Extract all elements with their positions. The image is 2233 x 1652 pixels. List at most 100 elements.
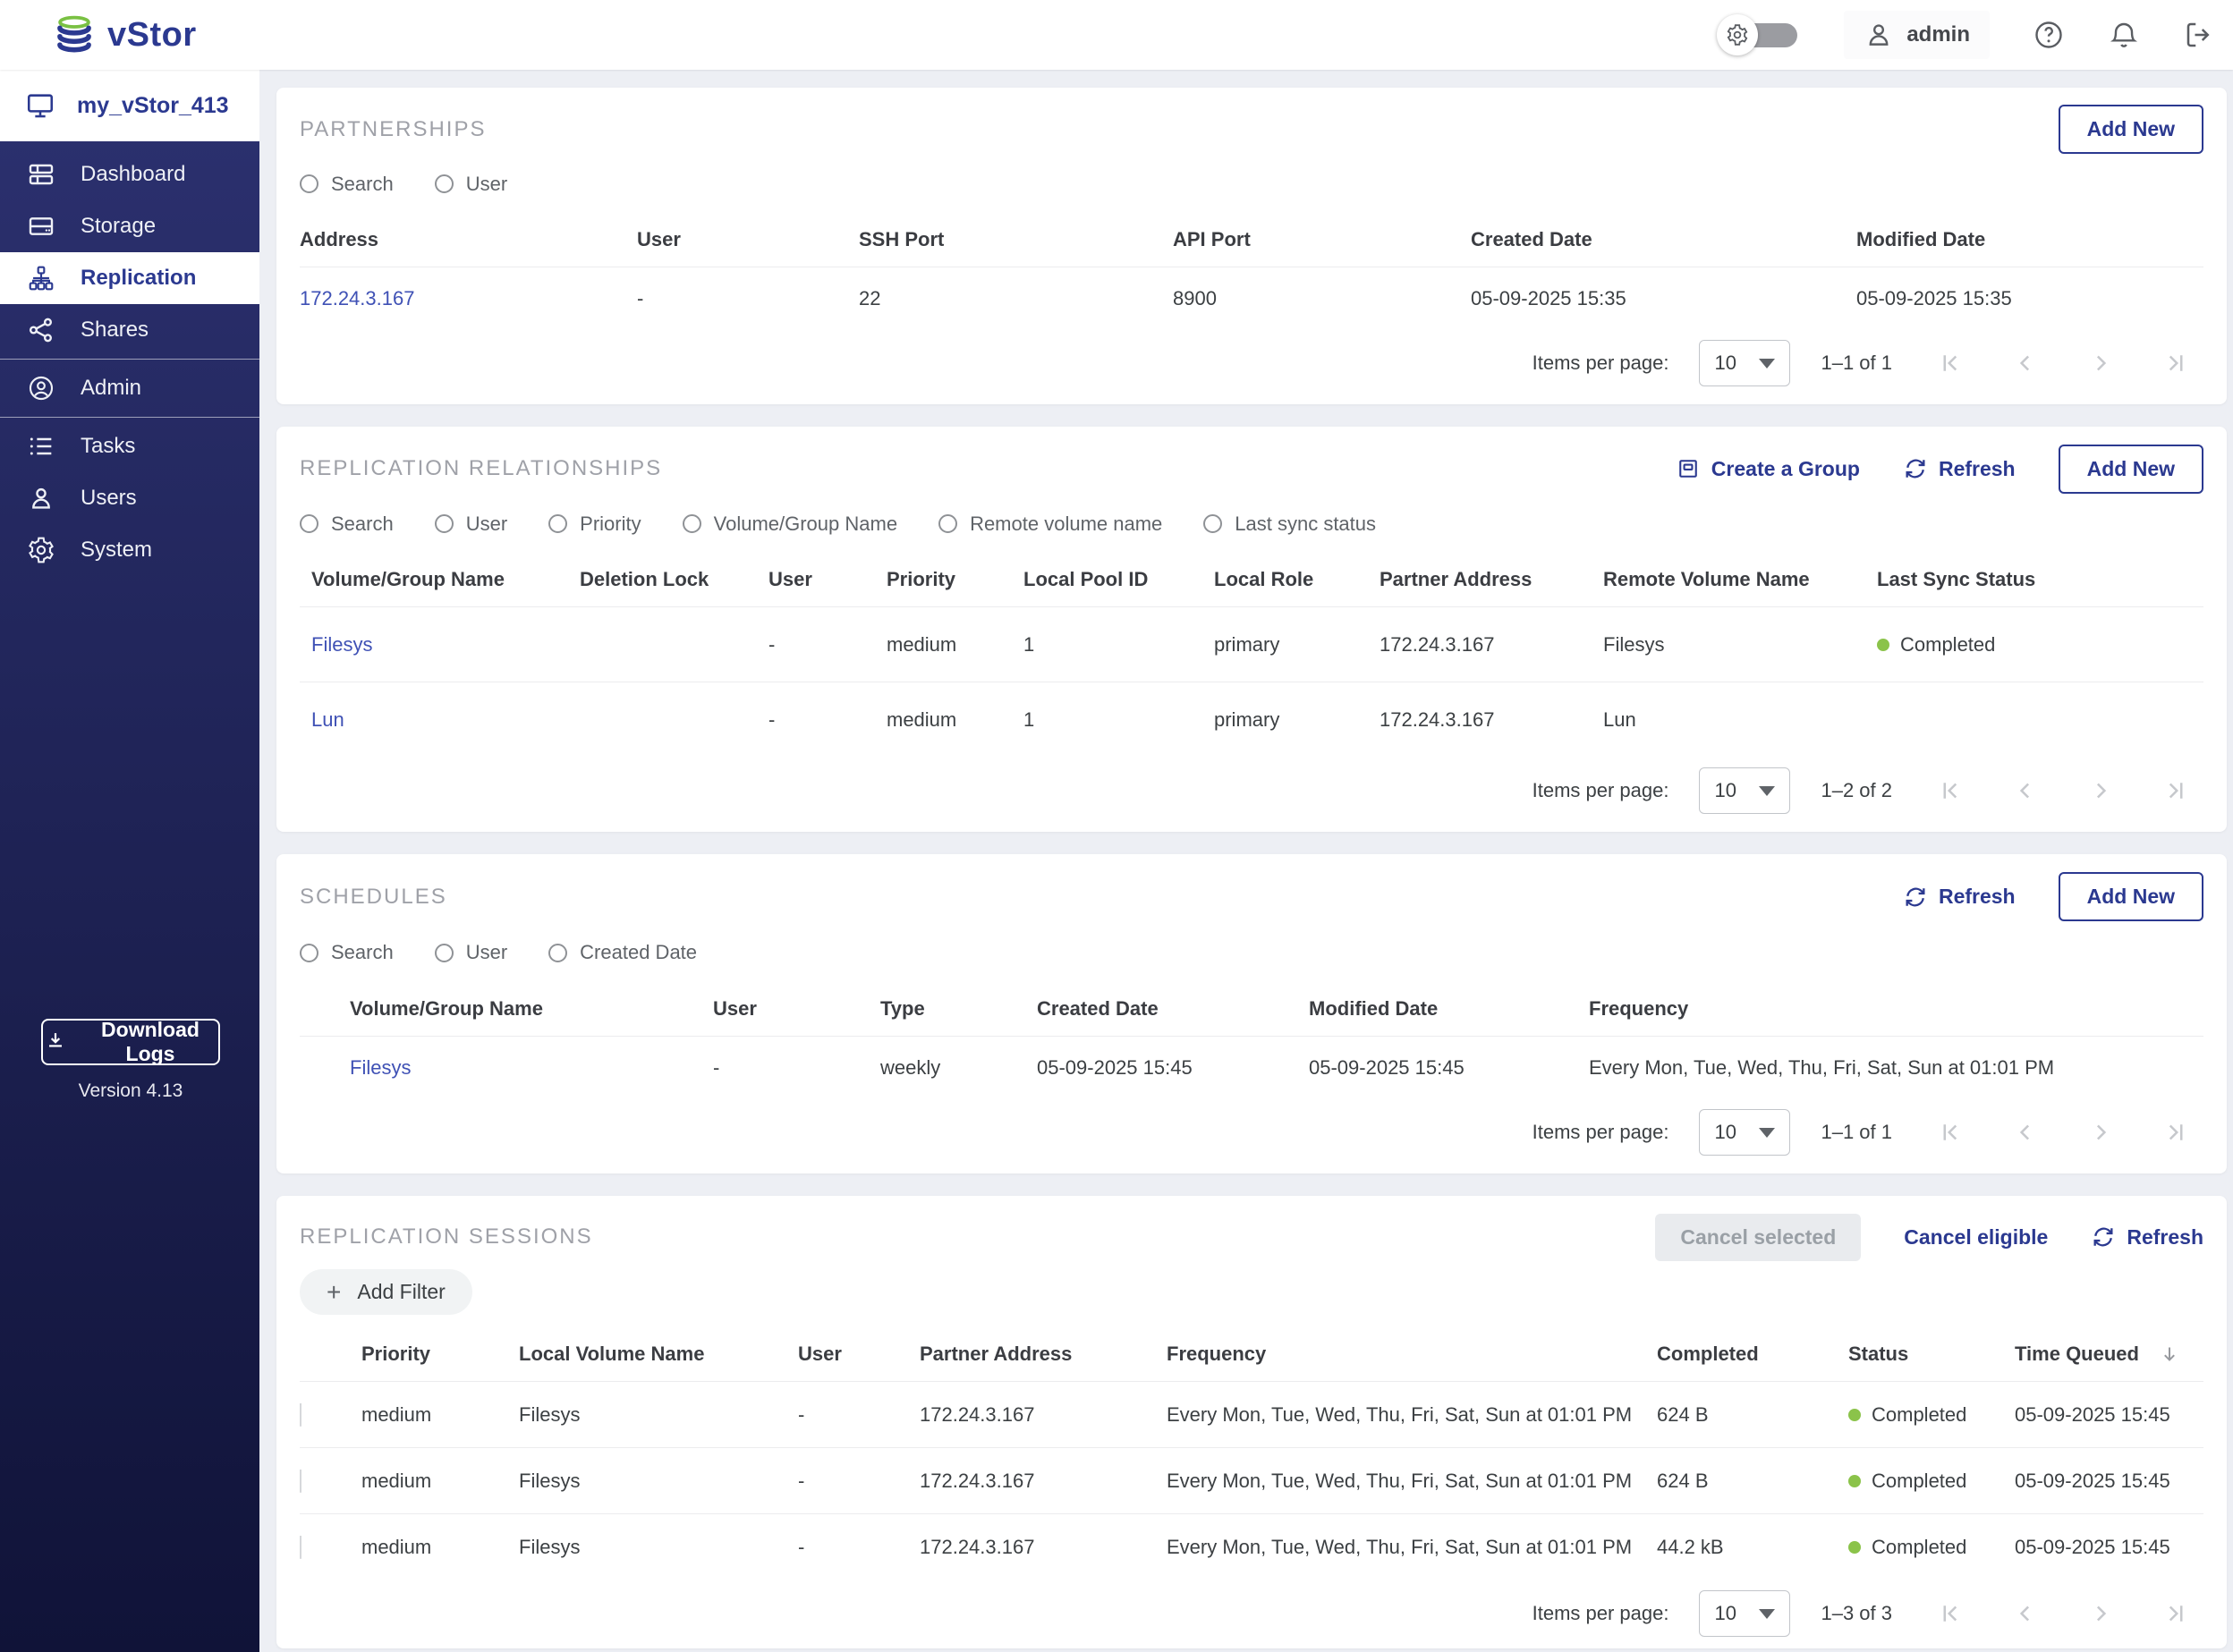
download-icon [43,1029,68,1055]
cell-priority: medium [361,1469,432,1492]
next-page-button[interactable] [2087,1119,2114,1146]
filter-radio-search[interactable]: Search [300,173,394,196]
theme-toggle[interactable] [1717,14,1801,55]
schedules-add-new-button[interactable]: Add New [2058,872,2203,922]
user-menu[interactable]: admin [1844,11,1990,59]
first-page-button[interactable] [1937,350,1964,377]
next-page-button[interactable] [2087,777,2114,804]
prev-page-button[interactable] [2012,1600,2039,1627]
sidebar-item-replication[interactable]: Replication [0,252,259,304]
radio-icon[interactable] [434,514,454,534]
filter-radio-last-sync-status[interactable]: Last sync status [1203,513,1376,536]
filter-radio-user[interactable]: User [434,173,507,196]
filter-radio-remote-volume-name[interactable]: Remote volume name [938,513,1162,536]
radio-icon[interactable] [938,514,958,534]
toggle-knob[interactable] [1717,14,1759,55]
partnerships-add-new-button[interactable]: Add New [2058,105,2203,155]
prev-page-button[interactable] [2012,777,2039,804]
sidebar-item-tasks[interactable]: Tasks [0,420,259,472]
col-type: Type [880,997,925,1020]
sidebar-item-system[interactable]: System [0,524,259,576]
table-row: Filesys - weekly 05-09-2025 15:45 05-09-… [300,1036,2203,1098]
volume-link[interactable]: Lun [311,708,580,732]
refresh-label: Refresh [1938,456,2016,480]
help-button[interactable] [2033,19,2065,51]
cell-time-queued: 05-09-2025 15:45 [2015,1402,2170,1426]
prev-page-button[interactable] [2012,350,2039,377]
volume-link[interactable]: Filesys [311,633,580,657]
caret-down-icon [1759,1608,1776,1619]
page-size-select[interactable]: 10 [1699,767,1791,814]
caret-down-icon [1759,358,1776,369]
schedule-volume-link[interactable]: Filesys [350,1056,713,1080]
create-group-label: Create a Group [1711,456,1860,480]
download-logs-button[interactable]: Download Logs [41,1018,220,1065]
refresh-icon [1903,885,1928,910]
filter-label: Created Date [580,941,698,964]
cell-user: - [768,707,776,731]
prev-page-button[interactable] [2012,1119,2039,1146]
first-page-button[interactable] [1937,777,1964,804]
radio-icon[interactable] [1203,514,1223,534]
relationships-refresh-button[interactable]: Refresh [1903,456,2016,481]
last-page-button[interactable] [2162,777,2189,804]
filter-radio-search[interactable]: Search [300,941,394,964]
filter-radio-search[interactable]: Search [300,513,394,536]
page-size-value: 10 [1714,1121,1736,1143]
row-checkbox[interactable] [300,1469,301,1493]
radio-icon[interactable] [548,943,568,962]
radio-icon[interactable] [434,943,454,962]
cancel-eligible-button[interactable]: Cancel eligible [1904,1225,2048,1250]
page-size-select[interactable]: 10 [1699,1590,1791,1637]
radio-icon[interactable] [548,514,568,534]
sidebar-item-admin[interactable]: Admin [0,362,259,414]
radio-icon[interactable] [300,514,318,534]
radio-icon[interactable] [300,943,318,962]
radio-icon[interactable] [434,174,454,194]
status-badge: Completed [1877,633,2203,657]
filter-radio-user[interactable]: User [434,513,507,536]
row-checkbox[interactable] [300,1402,301,1427]
next-page-button[interactable] [2087,350,2114,377]
sidebar-item-label: Shares [81,318,149,342]
sidebar-item-storage[interactable]: Storage [0,200,259,252]
notifications-bell-button[interactable] [2108,19,2140,51]
schedules-refresh-button[interactable]: Refresh [1903,885,2016,910]
first-page-button[interactable] [1937,1600,1964,1627]
sidebar-server[interactable]: my_vStor_413 [0,70,259,141]
last-page-button[interactable] [2162,1119,2189,1146]
topbar: vStor admin [0,0,2233,70]
filter-radio-volume-group-name[interactable]: Volume/Group Name [682,513,897,536]
last-page-button[interactable] [2162,1600,2189,1627]
cancel-selected-button[interactable]: Cancel selected [1655,1213,1862,1261]
last-page-button[interactable] [2162,350,2189,377]
col-partner-address: Partner Address [1380,568,1533,590]
relationships-add-new-button[interactable]: Add New [2058,444,2203,494]
sessions-refresh-button[interactable]: Refresh [2091,1224,2203,1250]
next-page-button[interactable] [2087,1600,2114,1627]
add-filter-chip[interactable]: + Add Filter [300,1269,472,1315]
filter-radio-created-date[interactable]: Created Date [548,941,697,964]
col-time-queued-sort[interactable]: Time Queued [2015,1343,2203,1366]
filter-radio-user[interactable]: User [434,941,508,964]
sidebar-item-shares[interactable]: Shares [0,304,259,356]
filter-radio-priority[interactable]: Priority [548,513,641,536]
sessions-title: REPLICATION SESSIONS [300,1224,593,1249]
page-size-select[interactable]: 10 [1699,340,1791,386]
radio-icon[interactable] [300,174,318,194]
first-page-button[interactable] [1937,1119,1964,1146]
row-checkbox[interactable] [300,1535,301,1559]
sidebar-item-users[interactable]: Users [0,472,259,524]
partnership-address-link[interactable]: 172.24.3.167 [300,287,637,310]
status-dot-icon [1848,1474,1861,1487]
logout-button[interactable] [2183,19,2215,51]
page-size-select[interactable]: 10 [1699,1109,1791,1156]
sidebar-item-dashboard[interactable]: Dashboard [0,148,259,200]
filter-label: User [465,941,508,964]
cell-user: - [637,286,644,309]
page-size-value: 10 [1714,1602,1736,1624]
create-group-button[interactable]: Create a Group [1676,456,1860,481]
sidebar-item-label: System [81,538,153,562]
page-size-value: 10 [1714,352,1736,374]
radio-icon[interactable] [682,514,701,534]
